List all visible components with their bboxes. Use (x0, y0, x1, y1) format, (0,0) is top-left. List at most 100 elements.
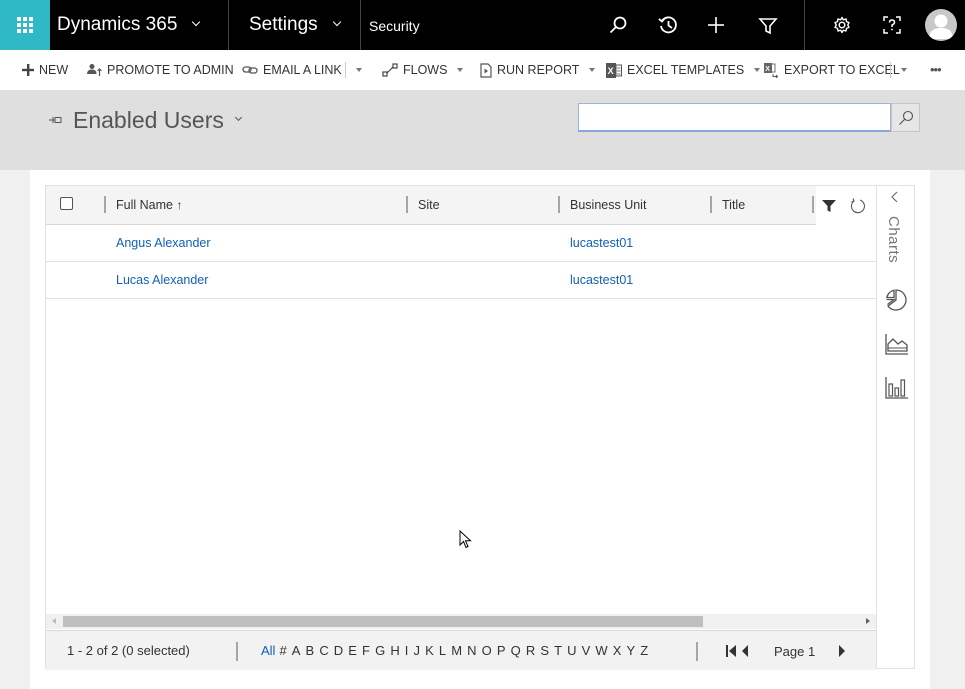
gear-icon[interactable] (830, 13, 854, 37)
report-icon (480, 62, 492, 78)
scroll-right-arrow-icon[interactable] (866, 618, 870, 624)
scrollbar-thumb[interactable] (63, 616, 703, 627)
alpha-filter-x[interactable]: X (613, 631, 622, 671)
email-a-link-dropdown[interactable] (351, 50, 367, 90)
pie-chart-icon[interactable] (885, 288, 909, 312)
export-to-excel-label: EXPORT TO EXCEL (784, 63, 900, 77)
view-selector[interactable]: Enabled Users (49, 104, 242, 136)
column-header-full-name[interactable]: Full Name ↑ (116, 186, 182, 225)
alpha-filter-b[interactable]: B (306, 631, 315, 671)
alpha-filter-s[interactable]: S (540, 631, 549, 671)
horizontal-scrollbar[interactable] (46, 614, 876, 629)
export-to-excel-dropdown[interactable] (896, 50, 912, 90)
full-name-link[interactable]: Angus Alexander (116, 225, 211, 262)
column-header-business-unit[interactable]: Business Unit (570, 186, 646, 225)
filter-icon[interactable] (756, 13, 780, 37)
alpha-filter-a[interactable]: A (292, 631, 301, 671)
alpha-filter-o[interactable]: O (482, 631, 492, 671)
charts-pane-label[interactable]: Charts (885, 216, 902, 263)
business-unit-link[interactable]: lucastest01 (570, 262, 633, 299)
area-switcher[interactable]: Settings (249, 0, 341, 50)
alpha-filter-g[interactable]: G (375, 631, 385, 671)
column-resizer[interactable] (406, 196, 408, 213)
alpha-filter-r[interactable]: R (526, 631, 535, 671)
alpha-filter-q[interactable]: Q (511, 631, 521, 671)
alpha-filter-w[interactable]: W (595, 631, 607, 671)
alpha-filter-f[interactable]: F (362, 631, 370, 671)
full-name-link[interactable]: Lucas Alexander (116, 262, 208, 299)
view-header: Enabled Users (0, 90, 965, 170)
next-page-button[interactable] (835, 644, 849, 658)
scroll-left-arrow-icon[interactable] (52, 618, 56, 624)
alpha-filter-v[interactable]: V (582, 631, 591, 671)
flows-button[interactable]: FLOWS (382, 50, 464, 90)
column-resizer[interactable] (558, 196, 560, 213)
search-input[interactable] (578, 103, 891, 132)
plus-icon[interactable] (704, 13, 728, 37)
new-button[interactable]: NEW (22, 50, 68, 90)
search-icon[interactable] (606, 13, 630, 37)
alpha-filter-d[interactable]: D (334, 631, 343, 671)
alpha-filter-l[interactable]: L (439, 631, 446, 671)
recent-history-icon[interactable] (656, 13, 680, 37)
column-header-title[interactable]: Title (722, 186, 745, 225)
table-row[interactable]: Angus Alexander lucastest01 (46, 225, 876, 262)
alpha-filter-t[interactable]: T (554, 631, 562, 671)
column-chart-icon[interactable] (885, 376, 909, 400)
flow-icon (382, 63, 398, 77)
help-icon[interactable] (880, 13, 904, 37)
person-icon (929, 14, 953, 39)
alpha-filter-u[interactable]: U (567, 631, 576, 671)
excel-templates-button[interactable]: X EXCEL TEMPLATES (606, 50, 761, 90)
alpha-filter-i[interactable]: I (405, 631, 409, 671)
alpha-filter-p[interactable]: P (497, 631, 506, 671)
column-resizer[interactable] (104, 196, 106, 213)
pin-icon[interactable] (49, 115, 63, 125)
alpha-filter-all[interactable]: All (261, 631, 275, 671)
app-switcher[interactable]: Dynamics 365 (57, 0, 201, 50)
export-to-excel-button[interactable]: X EXPORT TO EXCEL (763, 50, 900, 90)
alpha-filter-z[interactable]: Z (640, 631, 648, 671)
breadcrumb[interactable]: Security (369, 0, 420, 50)
chevron-left-icon[interactable] (889, 190, 901, 204)
column-resizer[interactable] (710, 196, 712, 213)
select-all-checkbox[interactable] (60, 197, 73, 210)
alpha-filter-m[interactable]: M (451, 631, 462, 671)
area-name: Settings (249, 14, 318, 35)
previous-page-icon (742, 645, 748, 657)
refresh-icon[interactable] (849, 197, 867, 215)
first-page-button[interactable] (724, 644, 738, 658)
filter-icon[interactable] (821, 198, 837, 214)
alpha-filter-j[interactable]: J (414, 631, 421, 671)
user-avatar[interactable] (925, 9, 957, 41)
link-icon (242, 66, 258, 74)
alpha-filter-n[interactable]: N (467, 631, 476, 671)
pager: Page 1 (724, 631, 849, 671)
alpha-filter-e[interactable]: E (348, 631, 357, 671)
next-page-icon (839, 645, 846, 657)
column-header-site[interactable]: Site (418, 186, 440, 225)
alpha-filter-c[interactable]: C (319, 631, 328, 671)
run-report-label: RUN REPORT (497, 63, 580, 77)
alpha-filter-h[interactable]: H (390, 631, 399, 671)
table-row[interactable]: Lucas Alexander lucastest01 (46, 262, 876, 299)
caret-down-icon (457, 68, 464, 72)
run-report-button[interactable]: RUN REPORT (480, 50, 596, 90)
column-resizer[interactable] (812, 196, 814, 213)
alpha-filter-hash[interactable]: # (279, 631, 286, 671)
column-label: Full Name (116, 198, 173, 212)
search-button[interactable] (891, 103, 920, 132)
app-launcher-button[interactable] (0, 0, 50, 50)
divider (228, 0, 229, 50)
alpha-filter-k[interactable]: K (425, 631, 434, 671)
email-a-link-button[interactable]: EMAIL A LINK (242, 50, 342, 90)
svg-text:X: X (765, 66, 770, 73)
promote-to-admin-button[interactable]: PROMOTE TO ADMIN (87, 50, 234, 90)
grid-tools (816, 186, 876, 225)
more-commands-button[interactable]: ••• (930, 50, 942, 90)
previous-page-button[interactable] (738, 644, 752, 658)
alpha-filter-y[interactable]: Y (627, 631, 636, 671)
excel-icon: X (606, 62, 622, 78)
business-unit-link[interactable]: lucastest01 (570, 225, 633, 262)
area-chart-icon[interactable] (885, 332, 909, 356)
